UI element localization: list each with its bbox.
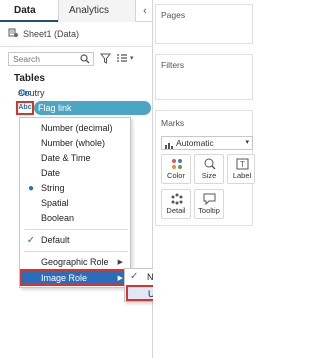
divider (0, 46, 153, 47)
search-icon[interactable] (80, 54, 90, 66)
field-country[interactable]: Abc Coutry (0, 86, 153, 100)
detail-icon (170, 193, 184, 205)
data-type-menu: Number (decimal) Number (whole) Date & T… (19, 117, 131, 288)
search-input[interactable] (9, 53, 77, 65)
shelves-pane: Pages Filters Marks Automatic ▾ Color Si… (153, 0, 255, 358)
shelf-label: Tooltip (198, 206, 220, 215)
filters-card[interactable]: Filters (155, 54, 253, 100)
highlight-outline-image-role (20, 269, 130, 285)
menu-divider (24, 229, 128, 230)
string-type-icon: Abc (18, 89, 32, 97)
svg-text:T: T (240, 160, 245, 169)
menu-item-label: String (41, 183, 65, 193)
shelf-label: Size (201, 171, 217, 180)
size-icon (203, 158, 217, 170)
data-type-button[interactable]: Abc (16, 101, 34, 115)
detail-shelf[interactable]: Detail (161, 189, 191, 219)
tables-heading: Tables (14, 73, 45, 84)
collapse-pane-button[interactable]: ‹ (137, 0, 153, 22)
tab-data[interactable]: Data (0, 0, 58, 22)
search-box[interactable] (8, 52, 94, 66)
menu-divider (24, 251, 128, 252)
mark-type-value: Automatic (176, 138, 214, 148)
label-icon: T (236, 158, 250, 170)
color-shelf[interactable]: Color (161, 154, 191, 184)
size-shelf[interactable]: Size (194, 154, 224, 184)
color-icon (170, 158, 184, 170)
shelf-label: Label (232, 171, 252, 180)
pages-card[interactable]: Pages (155, 4, 253, 44)
menu-item-label: Number (decimal) (41, 123, 113, 133)
shelf-label: Color (167, 171, 185, 180)
label-shelf[interactable]: T Label (227, 154, 255, 184)
checkmark-icon: ✓ (26, 235, 36, 246)
tab-analytics[interactable]: Analytics (58, 0, 136, 22)
menu-item-label: Number (whole) (41, 138, 106, 148)
pane-tabs: Data Analytics ‹ (0, 0, 153, 22)
datasource-row[interactable]: Sheet1 (Data) (8, 27, 79, 41)
menu-item-geographic-role[interactable]: Geographic Role ▶ (20, 255, 130, 270)
menu-item-label: Date & Time (41, 153, 91, 163)
menu-item-label: Spatial (41, 198, 69, 208)
menu-item-spatial[interactable]: Spatial (20, 196, 130, 211)
card-title: Marks (161, 118, 185, 128)
chevron-down-icon: ▾ (130, 55, 134, 62)
card-title: Pages (161, 10, 186, 20)
menu-item-boolean[interactable]: Boolean (20, 211, 130, 226)
checkmark-icon: ✓ (130, 271, 139, 282)
menu-item-date[interactable]: Date (20, 166, 130, 181)
marks-card: Marks Automatic ▾ Color Size T Label Det… (155, 110, 255, 226)
menu-item-string[interactable]: ● String (20, 181, 130, 196)
menu-item-label: Geographic Role (41, 257, 109, 267)
view-options-icon[interactable]: ▾ (116, 53, 134, 63)
menu-item-date-time[interactable]: Date & Time (20, 151, 130, 166)
chevron-down-icon: ▾ (245, 139, 249, 146)
datasource-name: Sheet1 (Data) (23, 29, 80, 39)
card-title: Filters (161, 60, 185, 70)
tooltip-icon (203, 193, 217, 206)
menu-item-label: Boolean (41, 213, 75, 223)
radio-selected-icon: ● (27, 183, 35, 194)
shelf-label: Detail (166, 206, 186, 215)
menu-item-label: Date (41, 168, 61, 178)
menu-item-number-whole[interactable]: Number (whole) (20, 136, 130, 151)
menu-item-label: Default (41, 235, 70, 245)
menu-item-default[interactable]: ✓ Default (20, 233, 130, 248)
bar-chart-icon (165, 140, 173, 152)
menu-item-number-decimal[interactable]: Number (decimal) (20, 121, 130, 136)
mark-type-select[interactable]: Automatic ▾ (161, 136, 253, 150)
datasource-icon (8, 28, 19, 40)
submenu-arrow-icon: ▶ (117, 259, 123, 266)
field-flag-link[interactable]: Flag link (34, 101, 151, 115)
tooltip-shelf[interactable]: Tooltip (194, 189, 224, 219)
filter-icon[interactable] (99, 53, 112, 66)
